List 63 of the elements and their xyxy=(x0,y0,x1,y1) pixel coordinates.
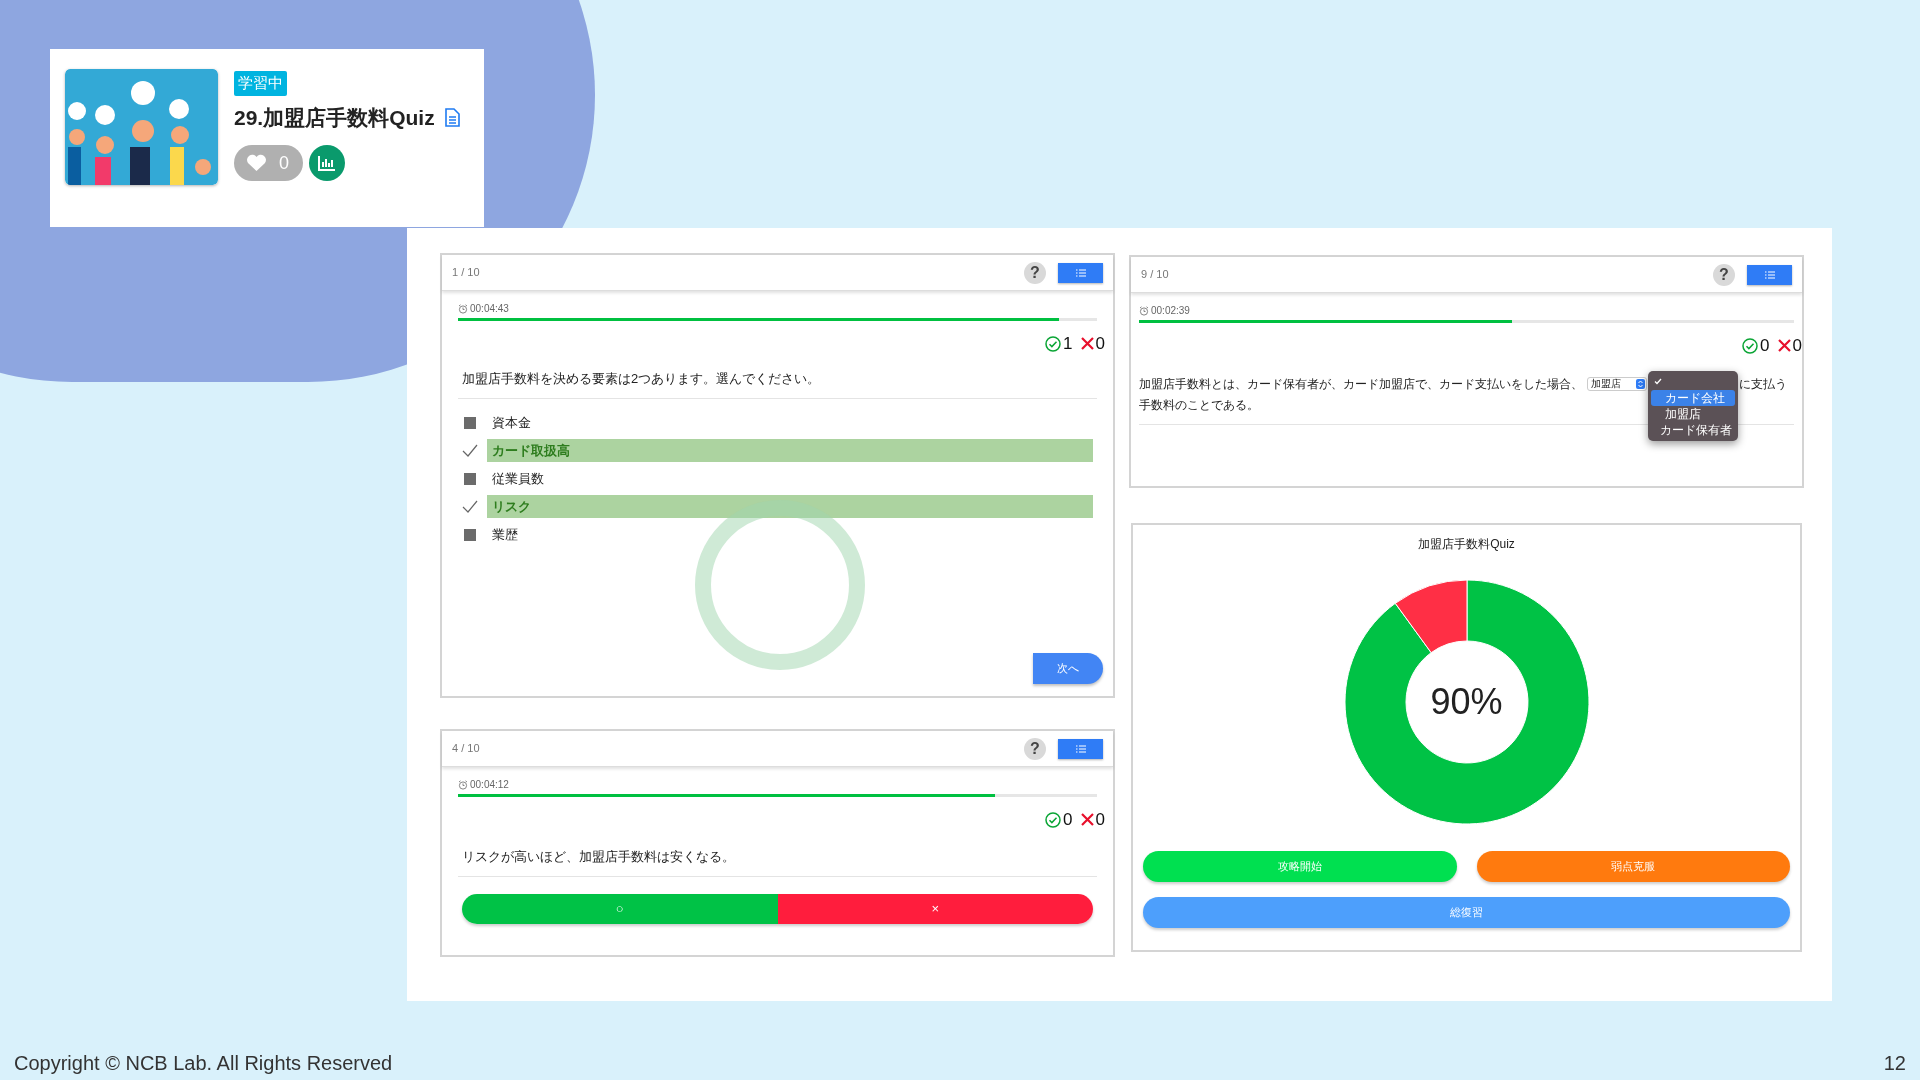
list-icon xyxy=(1075,268,1086,277)
wrong-count-icon xyxy=(1080,813,1094,827)
question-text: 加盟店手数料とは、カード保有者が、カード加盟店で、カード支払いをした場合、 xyxy=(1139,375,1583,393)
dropdown-option[interactable]: カード会社 xyxy=(1651,389,1735,406)
answer-option[interactable]: リスク xyxy=(487,495,1093,518)
quiz-title: 29.加盟店手数料Quiz xyxy=(234,104,435,131)
bar-chart-icon xyxy=(318,155,336,171)
help-button[interactable]: ? xyxy=(1024,737,1046,760)
answer-option[interactable]: 業歴 xyxy=(487,523,1093,546)
alarm-clock-icon xyxy=(458,779,468,790)
chevron-icon xyxy=(1636,378,1645,389)
next-button[interactable]: 次へ xyxy=(1033,653,1103,684)
question-text: 加盟店手数料を決める要素は2つあります。選んでください。 xyxy=(461,369,822,388)
blank-select-field[interactable]: 加盟店 xyxy=(1587,376,1647,391)
question-counter: 9 / 10 xyxy=(1141,267,1169,283)
correct-count-icon xyxy=(1045,335,1062,352)
wrong-count-icon xyxy=(1080,337,1094,351)
score-percentage: 90% xyxy=(1430,680,1503,724)
document-icon[interactable] xyxy=(444,107,460,127)
correct-ring-icon xyxy=(694,499,866,671)
question-text: に支払う xyxy=(1739,375,1787,393)
check-icon xyxy=(1654,378,1662,385)
question-list-button[interactable] xyxy=(1058,262,1103,283)
help-button[interactable]: ? xyxy=(1024,261,1046,284)
statistics-button[interactable] xyxy=(309,145,345,181)
alarm-clock-icon xyxy=(1139,305,1149,316)
timer-text: 00:02:39 xyxy=(1151,304,1190,318)
wrong-count-icon xyxy=(1777,339,1791,353)
list-icon xyxy=(1764,270,1775,279)
wrong-count: 0 xyxy=(1095,809,1105,831)
like-button[interactable]: 0 xyxy=(234,145,303,181)
true-button[interactable]: ○ xyxy=(462,894,778,924)
correct-count: 0 xyxy=(1760,335,1770,357)
correct-count: 0 xyxy=(1063,809,1073,831)
question-list-button[interactable] xyxy=(1058,738,1103,759)
question-text: 手数料のことである。 xyxy=(1139,396,1259,414)
correct-count-icon xyxy=(1045,811,1062,828)
answer-option[interactable]: カード取扱高 xyxy=(487,439,1093,462)
question-list-button[interactable] xyxy=(1747,264,1792,285)
answer-option[interactable]: 従業員数 xyxy=(487,467,1093,490)
dropdown-option[interactable]: 加盟店 xyxy=(1651,405,1735,422)
copyright-text: Copyright © NCB Lab. All Rights Reserved xyxy=(14,1051,393,1076)
help-button[interactable]: ? xyxy=(1713,263,1735,286)
heart-icon xyxy=(246,154,267,172)
wrong-count: 0 xyxy=(1792,335,1802,357)
alarm-clock-icon xyxy=(458,303,468,314)
correct-count-icon xyxy=(1742,337,1759,354)
question-counter: 4 / 10 xyxy=(452,741,480,757)
timer-text: 00:04:12 xyxy=(470,778,509,792)
chart-title: 加盟店手数料Quiz xyxy=(1418,536,1515,553)
wrong-count: 0 xyxy=(1095,333,1105,355)
page-number: 12 xyxy=(1883,1051,1906,1076)
review-button[interactable]: 総復習 xyxy=(1143,897,1790,928)
dropdown-option[interactable]: カード保有者 xyxy=(1651,421,1735,438)
false-button[interactable]: × xyxy=(777,894,1093,924)
status-badge: 学習中 xyxy=(234,71,287,96)
answer-option[interactable]: 資本金 xyxy=(487,411,1093,434)
timer-text: 00:04:43 xyxy=(470,302,509,316)
list-icon xyxy=(1075,744,1086,753)
correct-count: 1 xyxy=(1063,333,1073,355)
weakness-button[interactable]: 弱点克服 xyxy=(1476,851,1790,882)
question-text: リスクが高いほど、加盟店手数料は安くなる。 xyxy=(461,847,736,866)
question-counter: 1 / 10 xyxy=(452,265,480,281)
